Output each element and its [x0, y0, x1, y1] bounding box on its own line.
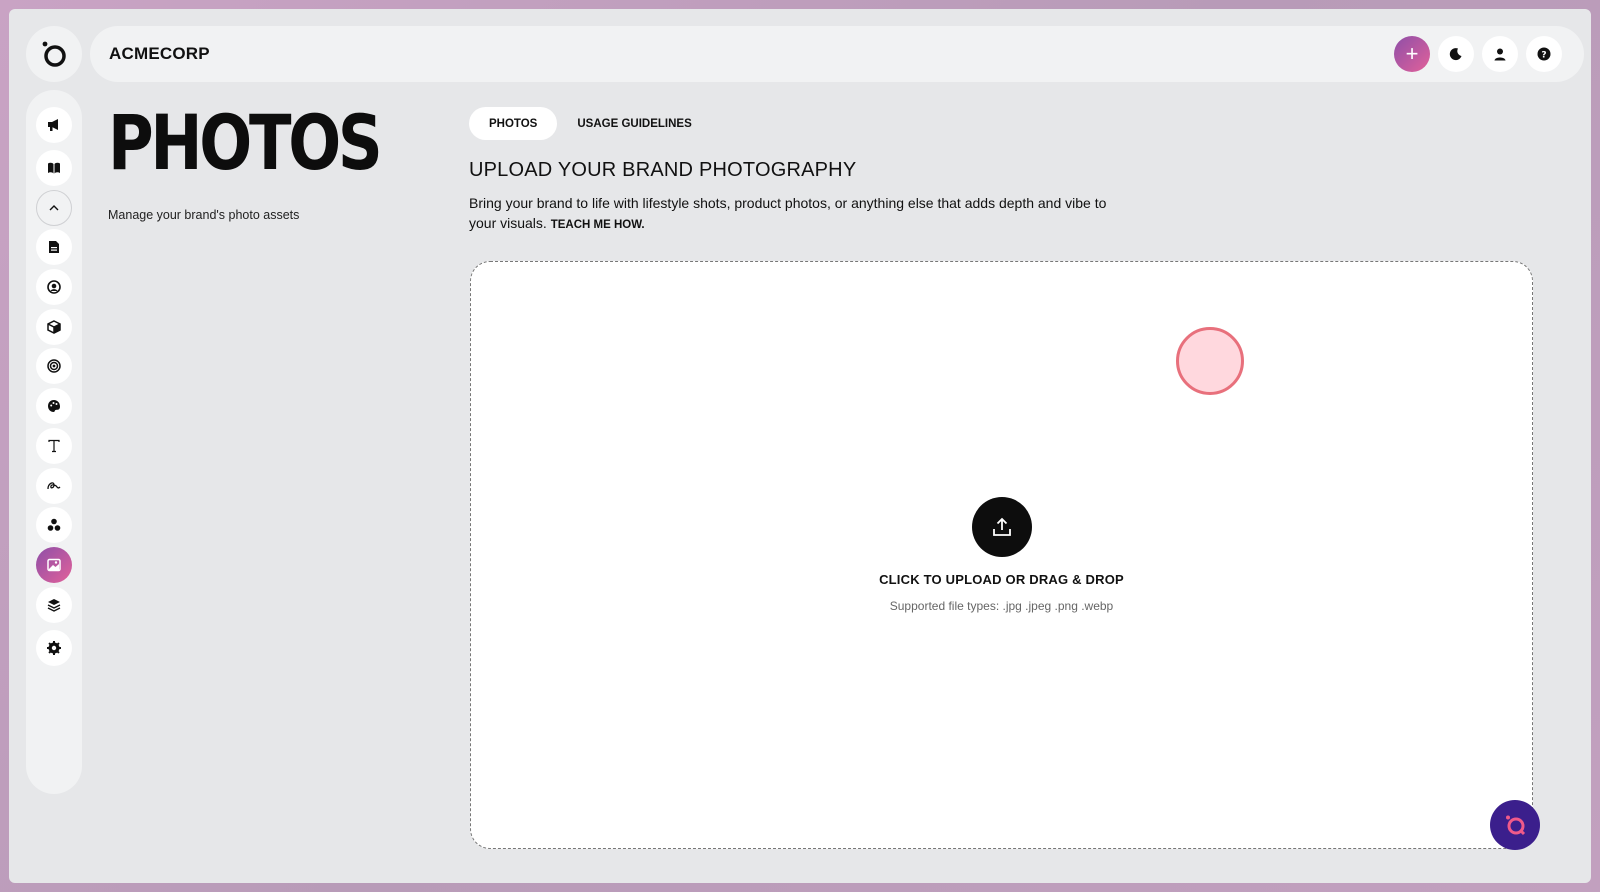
layers-icon — [47, 599, 61, 612]
app-logo[interactable] — [26, 26, 82, 82]
upload-icon — [993, 517, 1011, 536]
assistant-logo-icon — [1506, 815, 1526, 836]
sidebar-item-persona[interactable] — [36, 269, 72, 305]
sidebar-item-elements[interactable] — [36, 507, 72, 543]
cube-icon — [47, 320, 61, 334]
upload-button[interactable] — [972, 497, 1032, 557]
signature-icon — [47, 482, 61, 490]
profile-button[interactable] — [1482, 36, 1518, 72]
gear-icon — [47, 641, 61, 655]
megaphone-icon — [48, 119, 58, 131]
page-title: PHOTOS — [108, 98, 383, 187]
app-window: ACMECORP + ? PHOTOS Manage your brand's … — [9, 9, 1591, 883]
upload-instruction: CLICK TO UPLOAD OR DRAG & DROP — [879, 572, 1124, 587]
logo-icon — [42, 41, 66, 67]
tab-photos[interactable]: PHOTOS — [469, 107, 558, 140]
assistant-chat-button[interactable] — [1490, 800, 1540, 850]
face-icon — [47, 280, 61, 294]
supported-file-types: Supported file types: .jpg .jpeg .png .w… — [889, 599, 1114, 613]
type-icon — [48, 439, 60, 453]
tab-usage-guidelines[interactable]: USAGE GUIDELINES — [557, 107, 711, 140]
top-actions: + ? — [1394, 36, 1562, 72]
document-icon — [49, 241, 59, 253]
upload-dropzone[interactable]: CLICK TO UPLOAD OR DRAG & DROP Supported… — [470, 261, 1533, 849]
image-icon — [47, 558, 61, 572]
tab-bar: PHOTOS USAGE GUIDELINES — [469, 107, 712, 140]
book-icon — [48, 162, 60, 174]
user-icon — [1494, 48, 1506, 61]
sidebar-item-guide[interactable] — [36, 150, 72, 186]
top-bar: ACMECORP + ? — [90, 26, 1584, 82]
sidebar-item-campaigns[interactable] — [36, 107, 72, 143]
plus-icon: + — [1405, 41, 1419, 66]
teach-me-how-link[interactable]: TEACH ME HOW. — [551, 219, 645, 231]
moon-icon — [1449, 48, 1462, 61]
sidebar-item-settings[interactable] — [36, 630, 72, 666]
palette-icon — [48, 400, 60, 412]
help-icon: ? — [1537, 47, 1551, 61]
sidebar-item-typography[interactable] — [36, 428, 72, 464]
section-title: UPLOAD YOUR BRAND PHOTOGRAPHY — [469, 159, 857, 181]
section-description: Bring your brand to life with lifestyle … — [469, 193, 1129, 235]
cluster-icon — [47, 518, 61, 531]
sidebar-item-templates[interactable] — [36, 587, 72, 623]
add-button[interactable]: + — [1394, 36, 1430, 72]
sidebar-item-signature[interactable] — [36, 468, 72, 504]
sidebar-item-photos[interactable] — [36, 547, 72, 583]
target-icon — [47, 359, 61, 373]
sidebar-item-colors[interactable] — [36, 388, 72, 424]
chevron-up-icon — [49, 205, 59, 211]
sidebar-item-goals[interactable] — [36, 348, 72, 384]
svg-text:?: ? — [1541, 51, 1546, 61]
help-button[interactable]: ? — [1526, 36, 1562, 72]
click-indicator — [1176, 327, 1244, 395]
sidebar — [26, 90, 82, 794]
sidebar-collapse-button[interactable] — [36, 190, 72, 226]
dark-mode-button[interactable] — [1438, 36, 1474, 72]
page-subtitle: Manage your brand's photo assets — [108, 208, 300, 222]
brand-name: ACMECORP — [109, 44, 210, 63]
sidebar-item-documents[interactable] — [36, 229, 72, 265]
sidebar-item-products[interactable] — [36, 309, 72, 345]
